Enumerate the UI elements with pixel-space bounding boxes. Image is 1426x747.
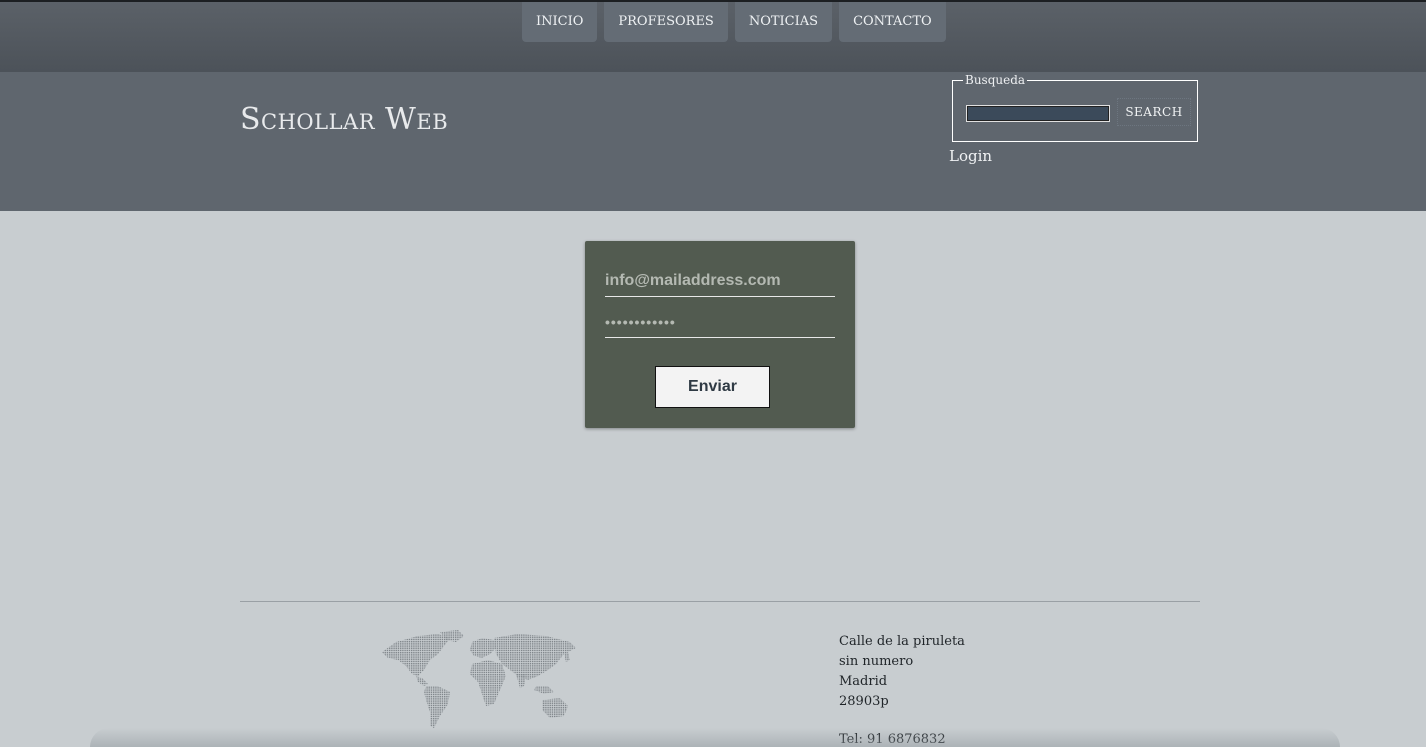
site-header: Schollar Web Busqueda SEARCH Login: [0, 72, 1426, 211]
footer-shadow: [90, 728, 1340, 747]
email-field[interactable]: info@mailaddress.com: [605, 266, 835, 297]
footer-address: Calle de la piruleta sin numero Madrid 2…: [839, 632, 965, 712]
search-input[interactable]: [966, 105, 1110, 122]
top-navigation: INICIO PROFESORES NOTICIAS CONTACTO: [0, 0, 1426, 72]
address-line: Calle de la piruleta: [839, 634, 965, 649]
nav-item-profesores[interactable]: PROFESORES: [604, 2, 728, 42]
nav-item-noticias[interactable]: NOTICIAS: [734, 2, 833, 42]
world-map-icon: [382, 630, 576, 728]
submit-button[interactable]: Enviar: [655, 366, 770, 408]
login-link[interactable]: Login: [949, 147, 992, 165]
login-form: info@mailaddress.com •••••••••••• Enviar: [585, 241, 855, 428]
nav-item-contacto[interactable]: CONTACTO: [839, 2, 946, 42]
footer-telephone: Tel: 91 6876832: [839, 732, 946, 747]
site-title: Schollar Web: [240, 102, 449, 137]
address-line: sin numero: [839, 654, 914, 669]
footer-divider: [240, 601, 1200, 602]
nav-item-inicio[interactable]: INICIO: [522, 2, 598, 42]
search-legend: Busqueda: [963, 73, 1028, 87]
nav-menu: INICIO PROFESORES NOTICIAS CONTACTO: [522, 2, 946, 42]
search-button[interactable]: SEARCH: [1117, 98, 1191, 126]
search-fieldset: Busqueda SEARCH: [952, 73, 1198, 142]
address-line: Madrid: [839, 674, 888, 689]
password-field[interactable]: ••••••••••••: [605, 307, 835, 338]
address-line: 28903p: [839, 694, 889, 709]
